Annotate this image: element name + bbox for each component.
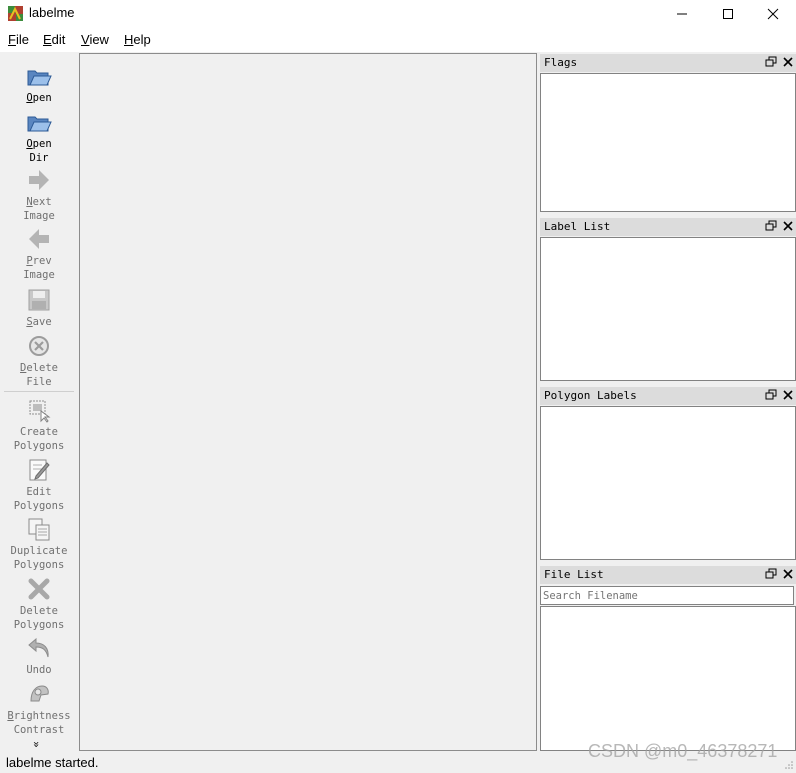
create-polygon-icon — [29, 400, 51, 423]
image-canvas[interactable] — [79, 53, 537, 751]
next-image-button[interactable]: Next Image — [0, 167, 78, 223]
duplicate-polygons-button[interactable]: Duplicate Polygons — [0, 516, 78, 572]
polygon-labels-list[interactable] — [540, 406, 796, 560]
float-dock-icon[interactable] — [765, 220, 777, 232]
maximize-icon — [723, 9, 733, 19]
minimize-button[interactable] — [659, 0, 705, 28]
open-button[interactable]: Open — [0, 63, 78, 105]
close-button[interactable] — [750, 0, 796, 28]
edit-icon — [29, 459, 50, 481]
polygon-labels-dock-title: Polygon Labels — [540, 387, 796, 405]
undo-button[interactable]: Undo — [0, 635, 78, 677]
save-button[interactable]: Save — [0, 287, 78, 329]
cross-icon — [28, 578, 50, 600]
arrow-right-icon — [29, 170, 49, 190]
save-icon — [28, 289, 50, 311]
close-dock-icon[interactable] — [782, 220, 794, 232]
minimize-icon — [677, 13, 687, 15]
close-dock-icon[interactable] — [782, 568, 794, 580]
create-polygons-button[interactable]: Create Polygons — [0, 397, 78, 453]
flags-list[interactable] — [540, 73, 796, 212]
status-message: labelme started. — [6, 755, 99, 770]
float-dock-icon[interactable] — [765, 568, 777, 580]
duplicate-icon — [28, 518, 50, 541]
brightness-icon — [30, 685, 49, 702]
window-title: labelme — [29, 5, 75, 20]
close-icon — [767, 8, 779, 20]
prev-image-button[interactable]: Prev Image — [0, 226, 78, 282]
search-filename-input[interactable] — [540, 586, 794, 605]
edit-polygons-button[interactable]: Edit Polygons — [0, 457, 78, 513]
delete-circle-icon — [29, 336, 49, 356]
labelme-app-icon — [8, 6, 23, 21]
menu-edit[interactable]: Edit — [43, 32, 65, 47]
file-list[interactable] — [540, 606, 796, 751]
maximize-button[interactable] — [705, 0, 751, 28]
undo-icon — [28, 637, 49, 658]
file-list-dock-title: File List — [540, 566, 796, 584]
float-dock-icon[interactable] — [765, 56, 777, 68]
toolbar-extension-button[interactable]: » — [30, 741, 43, 748]
menu-bar: File Edit View Help — [0, 28, 796, 52]
title-bar: labelme — [0, 0, 796, 28]
toolbar-separator — [4, 391, 74, 392]
label-list-dock-title: Label List — [540, 218, 796, 236]
watermark-text: CSDN @m0_46378271 — [588, 741, 778, 761]
brightness-contrast-button[interactable]: Brightness Contrast — [0, 681, 78, 737]
menu-help[interactable]: Help — [124, 32, 151, 47]
close-dock-icon[interactable] — [782, 389, 794, 401]
open-dir-button[interactable]: Open Dir — [0, 109, 78, 165]
menu-file[interactable]: File — [8, 32, 29, 47]
tools-toolbar: Open Open Dir Next Image Prev Image Save — [0, 53, 78, 750]
folder-open-icon — [27, 70, 52, 86]
resize-grip-icon[interactable] — [784, 760, 794, 770]
folder-open-icon — [27, 116, 52, 132]
flags-dock-title: Flags — [540, 54, 796, 72]
menu-view[interactable]: View — [81, 32, 109, 47]
delete-polygons-button[interactable]: Delete Polygons — [0, 576, 78, 632]
label-list[interactable] — [540, 237, 796, 381]
delete-file-button[interactable]: Delete File — [0, 333, 78, 389]
close-dock-icon[interactable] — [782, 56, 794, 68]
arrow-left-icon — [29, 229, 49, 249]
float-dock-icon[interactable] — [765, 389, 777, 401]
